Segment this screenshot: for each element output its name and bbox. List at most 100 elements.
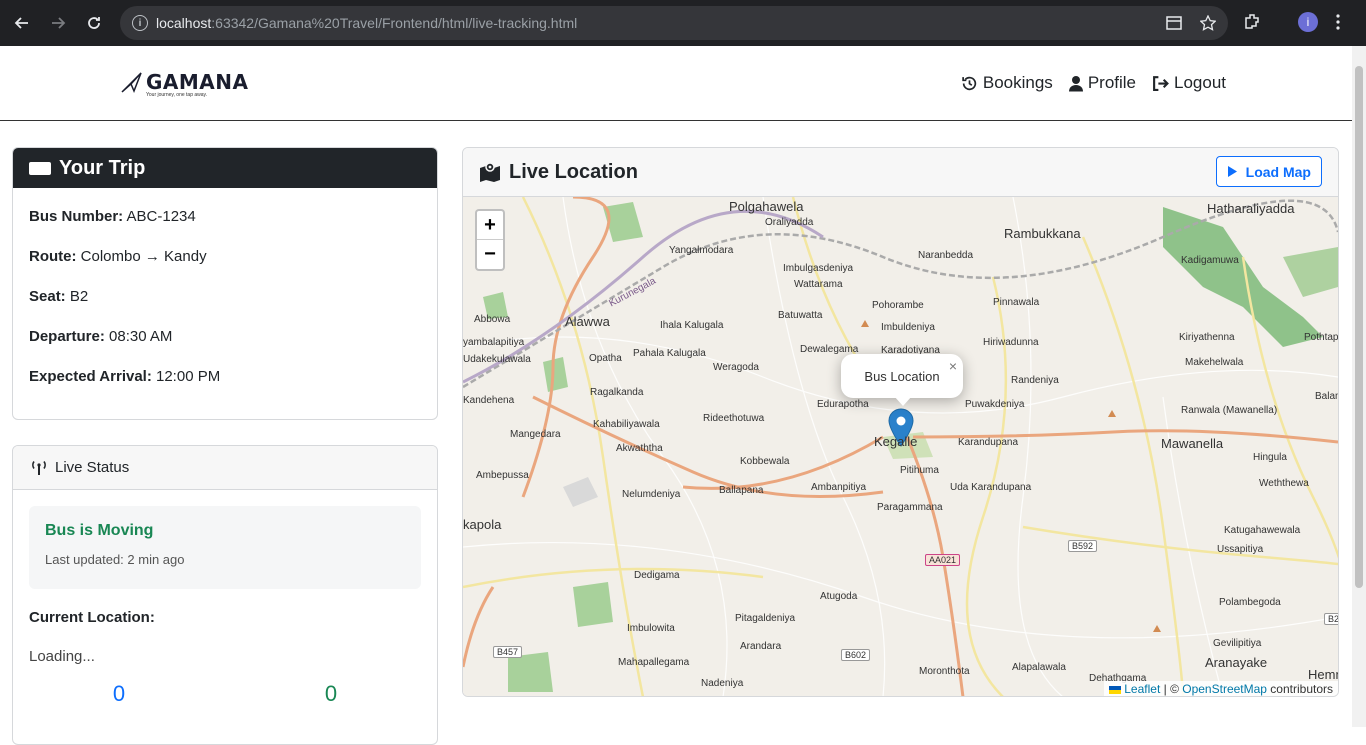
trip-expected-arrival: Expected Arrival: 12:00 PM bbox=[29, 368, 221, 385]
map-label: Ranwala (Mawanella) bbox=[1181, 405, 1278, 416]
trip-details: Bus Number: ABC-1234 Route: Colombo → Ka… bbox=[13, 188, 437, 419]
map-label: Pitagaldeniya bbox=[735, 613, 796, 624]
map-label: Kobbewala bbox=[740, 456, 790, 467]
zoom-out-button[interactable]: − bbox=[477, 240, 503, 269]
trip-departure: Departure: 08:30 AM bbox=[29, 328, 173, 345]
map-label: Mahapallegama bbox=[618, 657, 690, 668]
address-bar[interactable]: i localhost:63342/Gamana%20Travel/Fronte… bbox=[120, 6, 1228, 40]
map-label: Randeniya bbox=[1011, 375, 1059, 386]
map-label: Mangedara bbox=[510, 429, 561, 440]
load-map-button[interactable]: Load Map bbox=[1215, 156, 1322, 187]
map-label: Balana bbox=[1315, 391, 1338, 402]
popup-close-icon[interactable]: × bbox=[949, 358, 957, 374]
browser-toolbar: i localhost:63342/Gamana%20Travel/Fronte… bbox=[0, 0, 1366, 46]
map-label: Pohorambe bbox=[872, 300, 924, 311]
current-location-label: Current Location: bbox=[29, 609, 155, 626]
logo-tagline: Your journey, one tap away. bbox=[146, 92, 208, 98]
status-last-updated: Last updated: 2 min ago bbox=[45, 552, 185, 567]
broadcast-tower-icon bbox=[32, 460, 46, 475]
map-label: Alawwa bbox=[565, 314, 610, 329]
reload-icon[interactable] bbox=[76, 5, 112, 41]
map-label: Dedigama bbox=[634, 570, 680, 581]
map-label: Hingula bbox=[1253, 452, 1287, 463]
map-label: Imbulowita bbox=[627, 623, 675, 634]
road-badge: B602 bbox=[841, 649, 871, 661]
url-text: localhost:63342/Gamana%20Travel/Frontend… bbox=[156, 15, 578, 31]
map-attribution: Leaflet | © OpenStreetMap contributors bbox=[1103, 681, 1338, 696]
site-info-icon[interactable]: i bbox=[132, 15, 148, 31]
map-label: Akwaththa bbox=[616, 443, 663, 454]
live-location-header: Live Location Load Map bbox=[463, 148, 1338, 197]
status-counters: 0 0 bbox=[13, 681, 437, 707]
map-label: Hemm bbox=[1308, 667, 1338, 682]
map-label: Paragammana bbox=[877, 502, 943, 513]
extensions-icon[interactable] bbox=[1242, 12, 1262, 32]
map-label: Oraliyadda bbox=[765, 217, 814, 228]
map-label: Katugahawewala bbox=[1224, 525, 1301, 536]
map-label: Pothtap bbox=[1304, 332, 1338, 343]
map-canvas[interactable]: Polgahawela Oraliyadda Yangalmodara Imbu… bbox=[463, 197, 1338, 696]
site-header: GAMANA Your journey, one tap away. Booki… bbox=[0, 46, 1352, 121]
leaflet-link[interactable]: Leaflet bbox=[1124, 682, 1160, 696]
map-label: Aranayake bbox=[1205, 655, 1268, 670]
map-label: yambalapitiya bbox=[463, 337, 525, 348]
popup-tip bbox=[894, 396, 912, 406]
map-label: Puwakdeniya bbox=[965, 399, 1025, 410]
back-icon[interactable] bbox=[4, 5, 40, 41]
map-label: Polambegoda bbox=[1219, 597, 1281, 608]
map-label: Imbulgasdeniya bbox=[783, 263, 854, 274]
road-badge: AA021 bbox=[925, 554, 961, 566]
trip-card: Your Trip Bus Number: ABC-1234 Route: Co… bbox=[12, 147, 438, 420]
map-label: Kandehena bbox=[463, 395, 515, 406]
logo[interactable]: GAMANA Your journey, one tap away. bbox=[120, 70, 249, 98]
counter-secondary: 0 bbox=[324, 681, 338, 706]
map-label: Moronthota bbox=[919, 666, 970, 677]
map-label: Naranbedda bbox=[918, 250, 974, 261]
map-label: Kiriyathenna bbox=[1179, 332, 1235, 343]
map-label: Weragoda bbox=[713, 362, 759, 373]
logout-icon bbox=[1153, 75, 1169, 91]
map-label: Udakekulawala bbox=[463, 354, 531, 365]
browser-menu-icon[interactable] bbox=[1336, 14, 1340, 30]
scrollbar-thumb[interactable] bbox=[1355, 66, 1363, 588]
map-label: Wattarama bbox=[794, 279, 843, 290]
map-label: Nelumdeniya bbox=[622, 489, 681, 500]
history-icon bbox=[962, 76, 977, 90]
map-label: kapola bbox=[463, 517, 502, 532]
map-label: Uda Karandupana bbox=[950, 482, 1032, 493]
map-label: Ambanpitiya bbox=[811, 482, 867, 493]
live-status-header: Live Status bbox=[13, 446, 437, 490]
ukraine-flag-icon bbox=[1108, 685, 1121, 694]
status-state: Bus is Moving bbox=[45, 522, 154, 539]
live-status-card: Live Status Bus is Moving Last updated: … bbox=[12, 445, 438, 745]
zoom-control: + − bbox=[475, 209, 505, 271]
map-label: Gevilipitiya bbox=[1213, 638, 1262, 649]
map-label: Pinnawala bbox=[993, 297, 1040, 308]
map-label: Karandupana bbox=[958, 437, 1019, 448]
map-label: Atugoda bbox=[820, 591, 858, 602]
install-app-icon[interactable] bbox=[1166, 16, 1182, 30]
zoom-in-button[interactable]: + bbox=[477, 211, 503, 240]
nav-bookings[interactable]: Bookings bbox=[961, 73, 1053, 93]
nav-profile[interactable]: Profile bbox=[1068, 73, 1136, 93]
map-label: Alapalawala bbox=[1012, 662, 1066, 673]
play-icon bbox=[1227, 166, 1237, 177]
osm-link[interactable]: OpenStreetMap bbox=[1182, 682, 1267, 696]
trip-card-header: Your Trip bbox=[13, 148, 437, 188]
map-label: Edurapotha bbox=[817, 399, 869, 410]
forward-icon[interactable] bbox=[40, 5, 76, 41]
nav-logout[interactable]: Logout bbox=[1152, 73, 1226, 93]
ticket-icon bbox=[29, 161, 51, 175]
status-alert: Bus is Moving Last updated: 2 min ago bbox=[29, 506, 421, 589]
road-badge: B592 bbox=[1068, 540, 1098, 552]
map-label: Ihala Kalugala bbox=[660, 320, 724, 331]
profile-avatar[interactable]: i bbox=[1298, 12, 1318, 32]
paper-plane-icon bbox=[121, 72, 142, 93]
map-label: Nadeniya bbox=[701, 678, 744, 689]
user-icon bbox=[1068, 75, 1083, 91]
live-location-card: Live Location Load Map Polgahawela Orali… bbox=[462, 147, 1339, 697]
map-label: Ballapana bbox=[719, 485, 764, 496]
bookmark-star-icon[interactable] bbox=[1200, 15, 1216, 31]
trip-seat: Seat: B2 bbox=[29, 288, 89, 305]
map-label: Kadigamuwa bbox=[1181, 255, 1239, 266]
